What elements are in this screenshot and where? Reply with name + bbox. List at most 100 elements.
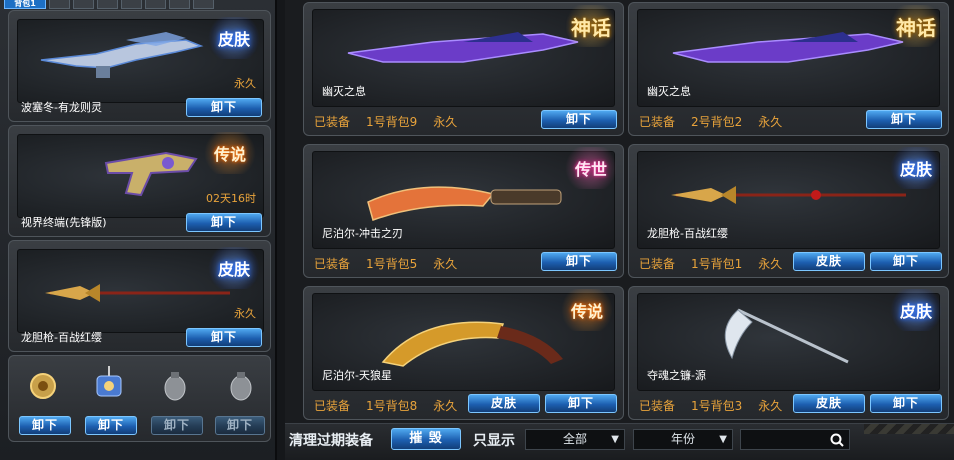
skin-badge: 皮肤 [204, 17, 264, 59]
bag-tab-6[interactable] [145, 0, 166, 9]
chevron-down-icon: ▼ [719, 434, 727, 445]
equipped-weapon-card[interactable]: 皮肤 永久 龙胆枪-百战红缨 卸下 [8, 240, 271, 352]
hazard-stripe [864, 424, 954, 434]
grenade-grey-icon [164, 372, 186, 401]
unequip-button[interactable]: 卸下 [85, 416, 137, 435]
search-input[interactable] [740, 429, 850, 450]
duration-label: 永久 [758, 399, 783, 413]
bag-tab-4[interactable] [97, 0, 118, 9]
skin-button[interactable]: 皮肤 [793, 252, 865, 271]
curved-saber-icon [381, 321, 563, 367]
duration-label: 永久 [433, 257, 458, 271]
equipped-label: 已装备 [314, 399, 351, 413]
unequip-button[interactable]: 卸下 [186, 328, 262, 347]
equipped-label: 已装备 [639, 115, 676, 129]
equipped-weapon-card[interactable]: 皮肤 永久 波塞冬-有龙则灵 卸下 [8, 10, 271, 122]
year-select-value: 年份 [670, 432, 695, 446]
weapon-name: 龙胆枪-百战红缨 [21, 331, 102, 344]
legend-badge: 传说 [200, 132, 260, 174]
drone-device-icon [96, 366, 122, 397]
skin-badge: 皮肤 [204, 247, 264, 289]
weapon-name: 幽灭之息 [647, 85, 691, 98]
myth-badge: 神话 [886, 5, 946, 47]
weapon-card[interactable]: 皮肤 龙胆枪-百战红缨 已装备 1号背包1 永久 皮肤 卸下 [628, 144, 949, 278]
unequip-button[interactable]: 卸下 [541, 110, 617, 129]
sniper-rifle-icon [40, 32, 204, 78]
equipped-weapon-card[interactable]: 传说 02天16时 视界终端(先锋版) 卸下 [8, 125, 271, 237]
skin-badge: 皮肤 [886, 289, 946, 331]
item-slot[interactable] [213, 364, 269, 414]
weapon-name: 幽灭之息 [322, 85, 366, 98]
category-select[interactable]: 全部 ▼ [525, 429, 625, 450]
equip-status: 已装备 1号背包1 永久 [639, 255, 782, 272]
filter-label: 只显示 [473, 433, 515, 449]
bag-slot-label: 1号背包5 [366, 257, 418, 271]
myth-badge: 神话 [561, 5, 621, 47]
bag-tab-3[interactable] [73, 0, 94, 9]
equipped-label: 已装备 [639, 399, 676, 413]
bag-tab-2[interactable] [49, 0, 70, 9]
equipped-label: 已装备 [639, 257, 676, 271]
duration-label: 永久 [433, 399, 458, 413]
spear-icon [671, 186, 906, 204]
bag-tab-7[interactable] [169, 0, 190, 9]
futuristic-pistol-icon [104, 151, 198, 197]
unequip-button[interactable]: 卸下 [870, 252, 942, 271]
unequip-button[interactable]: 卸下 [870, 394, 942, 413]
weapon-card[interactable]: 传说 尼泊尔-天狼星 已装备 1号背包8 永久 皮肤 卸下 [303, 286, 624, 420]
equip-status: 已装备 1号背包5 永久 [314, 255, 457, 272]
unequip-button[interactable]: 卸下 [19, 416, 71, 435]
duration-label: 永久 [758, 257, 783, 271]
bag-slot-label: 1号背包1 [691, 257, 743, 271]
weapon-name: 龙胆枪-百战红缨 [647, 227, 728, 240]
bag-slot-label: 1号背包3 [691, 399, 743, 413]
epic-badge: 传世 [561, 147, 621, 189]
year-select[interactable]: 年份 ▼ [633, 429, 733, 450]
unequip-button-disabled[interactable]: 卸下 [215, 416, 265, 435]
unequip-button-disabled[interactable]: 卸下 [151, 416, 203, 435]
unequip-button[interactable]: 卸下 [545, 394, 617, 413]
throwables-card: 卸下 卸下 卸下 卸下 [8, 355, 271, 442]
skin-badge: 皮肤 [886, 147, 946, 189]
equip-status: 已装备 1号背包8 永久 [314, 397, 457, 414]
bag-slot-label: 1号背包9 [366, 115, 418, 129]
bag-tab-8[interactable] [193, 0, 214, 9]
scythe-icon [724, 308, 849, 364]
weapon-name: 波塞冬-有龙则灵 [21, 101, 102, 114]
grenade-grey-icon [230, 372, 252, 401]
item-slot[interactable] [81, 364, 137, 414]
skin-button[interactable]: 皮肤 [793, 394, 865, 413]
equipped-label: 已装备 [314, 257, 351, 271]
chevron-down-icon: ▼ [611, 434, 619, 445]
unequip-button[interactable]: 卸下 [186, 98, 262, 117]
weapon-card[interactable]: 神话 幽灭之息 已装备 1号背包9 永久 卸下 [303, 2, 624, 136]
equip-status: 已装备 2号背包2 永久 [639, 113, 782, 130]
unequip-button[interactable]: 卸下 [186, 213, 262, 232]
bag-panel: 背包1 皮肤 永久 波塞冬-有龙则灵 卸下 传说 02天16时 视界终端(先锋版… [0, 0, 277, 460]
purple-blade-icon [347, 32, 579, 63]
clear-expired-label: 清理过期装备 [289, 433, 373, 449]
duration-label: 02天16时 [206, 192, 256, 205]
filter-bar: 清理过期装备 摧 毁 只显示 全部 ▼ 年份 ▼ [285, 423, 954, 460]
bag-tab-5[interactable] [121, 0, 142, 9]
skin-button[interactable]: 皮肤 [468, 394, 540, 413]
weapon-card[interactable]: 传世 尼泊尔-冲击之刃 已装备 1号背包5 永久 卸下 [303, 144, 624, 278]
item-slot[interactable] [15, 364, 71, 414]
equip-status: 已装备 1号背包9 永久 [314, 113, 457, 130]
weapon-card[interactable]: 皮肤 夺魂之镰-源 已装备 1号背包3 永久 皮肤 卸下 [628, 286, 949, 420]
category-select-value: 全部 [562, 432, 587, 446]
weapon-name: 视界终端(先锋版) [21, 216, 107, 229]
duration-label: 永久 [234, 77, 256, 90]
weapon-card[interactable]: 神话 幽灭之息 已装备 2号背包2 永久 卸下 [628, 2, 949, 136]
bag-tabs: 背包1 [4, 0, 214, 10]
unequip-button[interactable]: 卸下 [541, 252, 617, 271]
duration-label: 永久 [234, 307, 256, 320]
weapon-grid-panel: 神话 幽灭之息 已装备 1号背包9 永久 卸下 神话 幽灭之息 已装备 2号背包… [285, 0, 954, 460]
search-icon[interactable] [830, 433, 844, 447]
unequip-button[interactable]: 卸下 [866, 110, 942, 129]
weapon-name: 尼泊尔-天狼星 [322, 369, 392, 382]
destroy-button[interactable]: 摧 毁 [391, 428, 461, 450]
purple-blade-icon [672, 32, 904, 63]
item-slot[interactable] [147, 364, 203, 414]
bag-tab-1[interactable]: 背包1 [4, 0, 46, 9]
